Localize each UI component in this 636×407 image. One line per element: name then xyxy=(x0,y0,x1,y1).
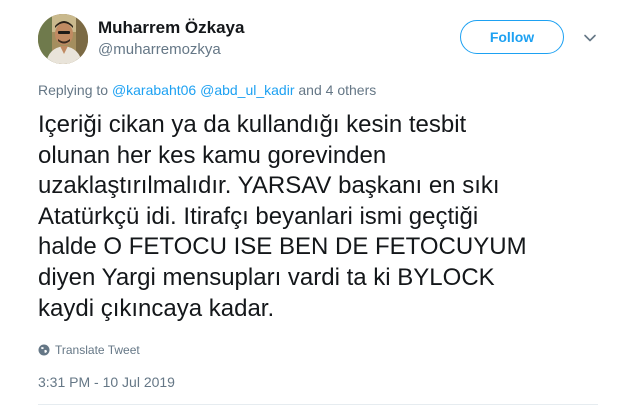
replying-suffix[interactable]: and 4 others xyxy=(298,82,376,98)
mention-link[interactable]: @abd_ul_kadir xyxy=(200,82,294,98)
translate-tweet-button[interactable]: Translate Tweet xyxy=(38,342,140,358)
tweet-text-line: diyen Yargi mensupları vardi ta ki BYLOC… xyxy=(38,263,495,291)
author-name[interactable]: Muharrem Özkaya xyxy=(98,18,244,38)
globe-icon xyxy=(38,344,50,356)
more-menu-button[interactable] xyxy=(582,30,598,46)
tweet-timestamp[interactable]: 3:31 PM - 10 Jul 2019 xyxy=(38,374,175,390)
tweet-text-line: olunan her kes kamu gorevinden xyxy=(38,141,387,169)
mention-link[interactable]: @karabaht06 xyxy=(112,82,196,98)
profile-photo xyxy=(38,14,88,64)
author-handle[interactable]: @muharremozkya xyxy=(98,41,221,58)
tweet-card: Muharrem Özkaya @muharremozkya Follow Re… xyxy=(0,0,636,407)
replying-to: Replying to @karabaht06 @abd_ul_kadir an… xyxy=(38,82,376,98)
tweet-text-line: Içeriği cikan ya da kullandığı kesin tes… xyxy=(38,111,467,138)
tweet-text: Içeriği cikan ya da kullandığı kesin tes… xyxy=(38,110,598,324)
divider xyxy=(38,404,598,405)
tweet-text-line: Atatürkçü idi. Itirafçı beyanlari ismi g… xyxy=(38,202,479,230)
author-avatar[interactable] xyxy=(38,14,88,64)
tweet-text-line: halde O FETOCU ISE BEN DE FETOCUYUM xyxy=(38,233,527,261)
follow-button[interactable]: Follow xyxy=(460,20,564,54)
tweet-text-line: uzaklaştırılmalıdır. YARSAV başkanı en s… xyxy=(38,172,500,200)
translate-label: Translate Tweet xyxy=(55,343,140,357)
tweet-text-line: kaydi çıkıncaya kadar. xyxy=(38,294,275,322)
chevron-down-icon xyxy=(584,34,596,42)
replying-prefix: Replying to xyxy=(38,82,109,98)
